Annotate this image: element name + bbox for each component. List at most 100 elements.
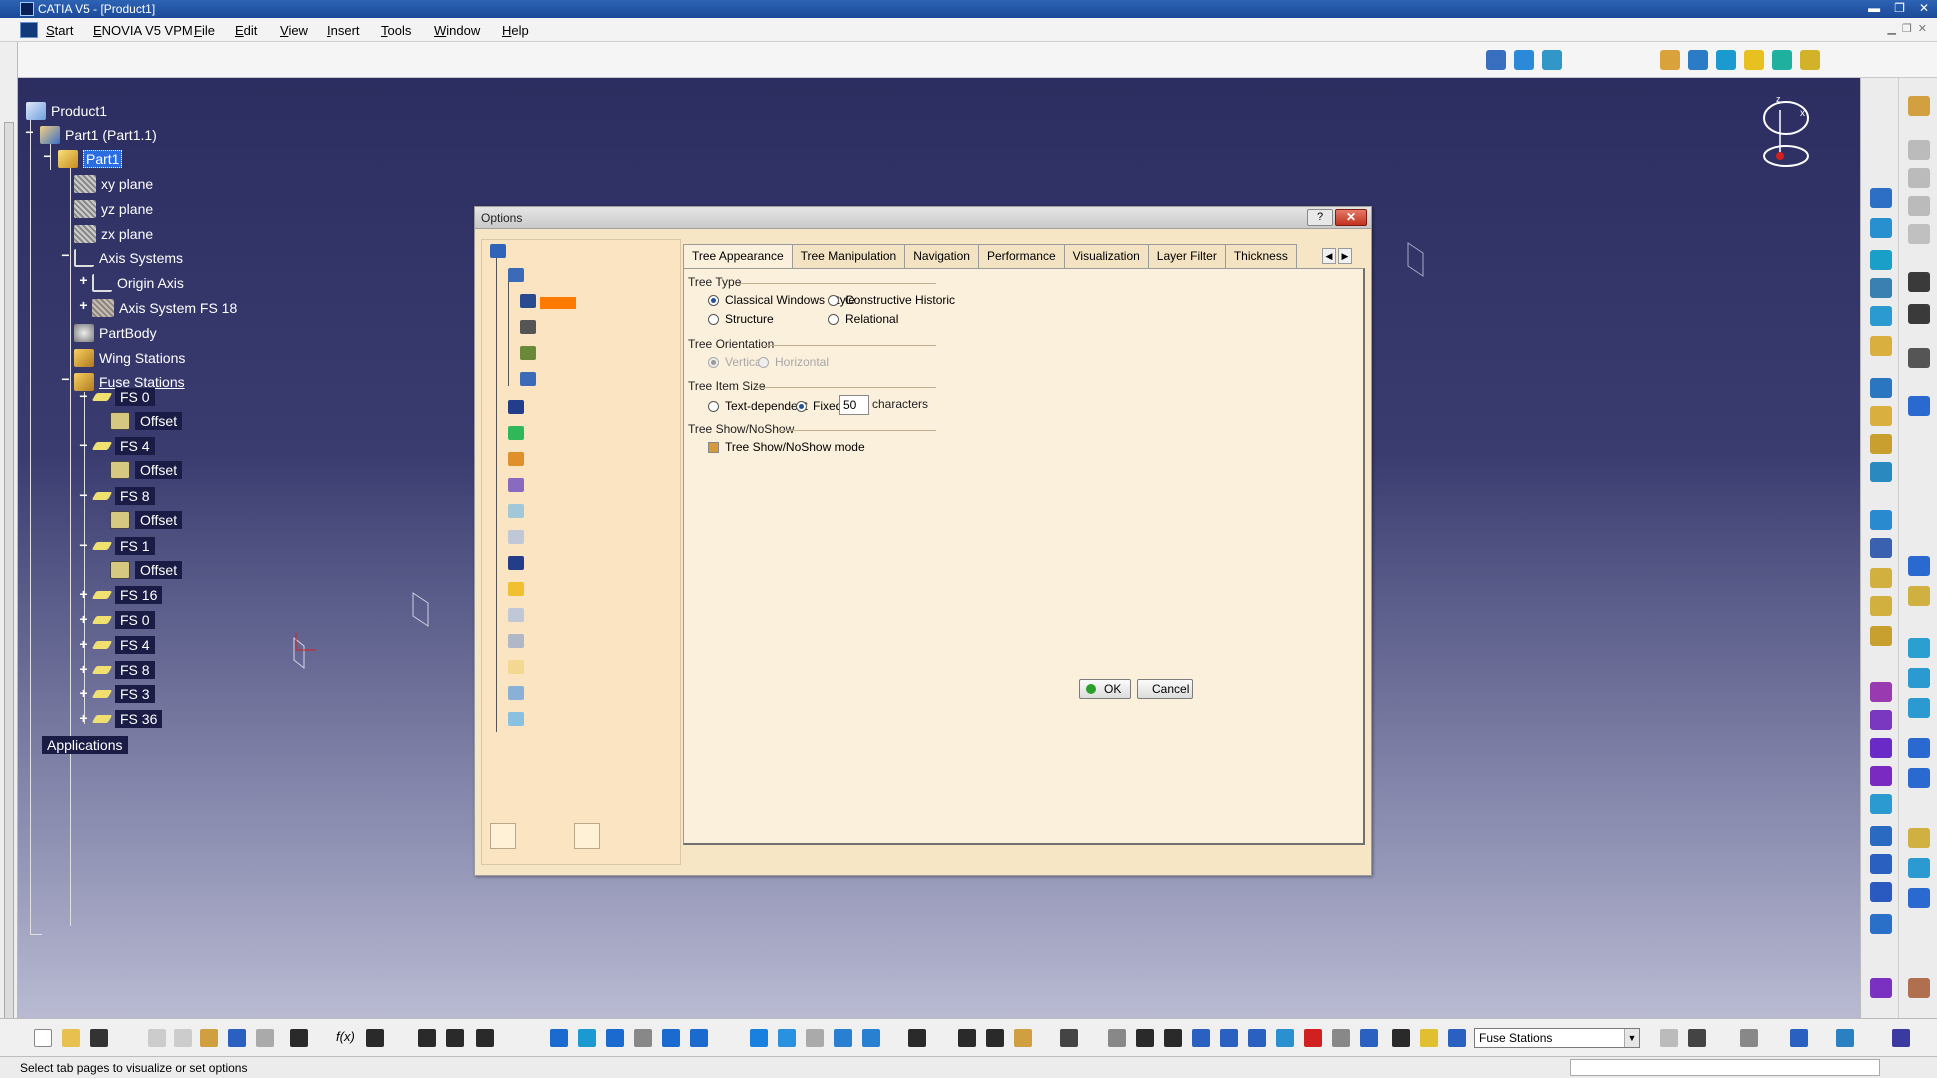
menu-start[interactable]: Start	[46, 23, 73, 38]
radio-structure[interactable]: Structure	[708, 312, 774, 326]
tool-icon[interactable]	[1392, 1029, 1410, 1047]
radio-constructive[interactable]: Constructive Historic	[828, 293, 955, 307]
category-icon[interactable]	[508, 608, 524, 622]
menu-view[interactable]: View	[280, 23, 308, 38]
reset-icon[interactable]	[490, 823, 516, 849]
radio-relational[interactable]: Relational	[828, 312, 898, 326]
tool-icon[interactable]	[806, 1029, 824, 1047]
tool-icon[interactable]	[1870, 826, 1892, 846]
tab-scroll-right-icon[interactable]: ▶	[1338, 248, 1352, 264]
tool-icon[interactable]	[1420, 1029, 1438, 1047]
tool-icon[interactable]	[1870, 250, 1892, 270]
tree-node-axis-fs18[interactable]: Axis System FS 18	[92, 297, 237, 319]
tree-node-offset[interactable]: Offset	[110, 459, 183, 481]
expand-icon[interactable]: +	[78, 298, 89, 312]
tool-icon[interactable]	[1908, 858, 1930, 878]
select-arrow-icon[interactable]	[1908, 272, 1930, 292]
restore-button[interactable]: ❐	[1894, 1, 1905, 15]
tab-scroll-left-icon[interactable]: ◀	[1322, 248, 1336, 264]
tree-node-yz-plane[interactable]: yz plane	[74, 198, 153, 220]
tree-node-partbody[interactable]: PartBody	[74, 322, 157, 344]
tool-icon[interactable]	[1870, 568, 1892, 588]
tab-performance[interactable]: Performance	[977, 244, 1065, 268]
copy-icon[interactable]	[174, 1029, 192, 1047]
category-icon[interactable]	[520, 346, 536, 360]
tool-icon[interactable]	[1870, 766, 1892, 786]
join-icon[interactable]	[1800, 50, 1820, 70]
left-scrollbar[interactable]	[0, 42, 18, 1052]
tool-icon[interactable]	[1908, 668, 1930, 688]
tool-icon[interactable]	[1870, 596, 1892, 616]
layer-icon[interactable]	[1448, 1029, 1466, 1047]
tool-icon[interactable]	[1688, 1029, 1706, 1047]
zoom-in-icon[interactable]	[662, 1029, 680, 1047]
category-icon[interactable]	[520, 372, 536, 386]
tool-icon[interactable]	[908, 1029, 926, 1047]
minimize-button[interactable]: ▬	[1868, 1, 1880, 15]
category-icon[interactable]	[508, 634, 524, 648]
category-icon[interactable]	[508, 426, 524, 440]
tool-icon[interactable]	[834, 1029, 852, 1047]
tool-icon[interactable]	[1870, 306, 1892, 326]
help-button[interactable]: ?	[1307, 209, 1333, 226]
tool-icon[interactable]	[1836, 1029, 1854, 1047]
mdi-close-icon[interactable]: ✕	[1918, 22, 1927, 35]
tab-thickness[interactable]: Thickness	[1224, 244, 1297, 268]
tool-icon[interactable]	[1870, 914, 1892, 934]
surface-icon[interactable]	[1716, 50, 1736, 70]
tree-node-product1[interactable]: Product1	[26, 100, 107, 122]
category-icon[interactable]	[508, 478, 524, 492]
category-icon[interactable]	[508, 712, 524, 726]
knowledge-icon[interactable]	[1486, 50, 1506, 70]
rotate-icon[interactable]	[634, 1029, 652, 1047]
cut-icon[interactable]	[148, 1029, 166, 1047]
tool-icon[interactable]	[1332, 1029, 1350, 1047]
tree-node-xy-plane[interactable]: xy plane	[74, 173, 153, 195]
menu-file[interactable]: File	[194, 23, 215, 38]
tree-node-offset[interactable]: Offset	[110, 509, 183, 531]
chevron-down-icon[interactable]: ▼	[1624, 1029, 1639, 1047]
category-icon[interactable]	[520, 320, 536, 334]
tool-icon[interactable]	[1908, 140, 1930, 160]
undo-icon[interactable]	[228, 1029, 246, 1047]
tree-node-fs[interactable]: FS 36	[91, 708, 163, 730]
redo-icon[interactable]	[256, 1029, 274, 1047]
tool-icon[interactable]	[1908, 348, 1930, 368]
collapse-icon[interactable]: −	[60, 248, 71, 262]
cancel-button[interactable]: Cancel	[1137, 679, 1193, 699]
collapse-icon[interactable]: −	[42, 149, 53, 163]
tool-icon[interactable]	[1304, 1029, 1322, 1047]
tool-icon[interactable]	[1908, 196, 1930, 216]
tool-icon[interactable]	[1790, 1029, 1808, 1047]
pan-icon[interactable]	[606, 1029, 624, 1047]
tool-icon[interactable]	[1908, 304, 1930, 324]
tool-icon[interactable]	[446, 1029, 464, 1047]
collapse-icon[interactable]: −	[78, 389, 89, 403]
start-icon[interactable]	[20, 22, 38, 38]
fly-icon[interactable]	[550, 1029, 568, 1047]
tree-node-part1[interactable]: Part1	[58, 148, 123, 170]
tree-node-wing-stations[interactable]: Wing Stations	[74, 347, 185, 369]
tree-node-fs[interactable]: FS 0	[91, 609, 155, 631]
category-icon[interactable]	[508, 556, 524, 570]
tool-icon[interactable]	[1870, 626, 1892, 646]
ok-button[interactable]: OK	[1079, 679, 1131, 699]
menu-help[interactable]: Help	[502, 23, 529, 38]
tool-icon[interactable]	[1908, 396, 1930, 416]
circle-icon[interactable]	[1908, 738, 1930, 758]
category-icon[interactable]	[508, 530, 524, 544]
close-button[interactable]: ✕	[1919, 1, 1929, 15]
reference-plane-icon[interactable]	[1660, 50, 1680, 70]
menu-edit[interactable]: Edit	[235, 23, 257, 38]
tool-icon[interactable]	[1660, 1029, 1678, 1047]
tool-icon[interactable]	[1908, 556, 1930, 576]
tool-icon[interactable]	[1908, 978, 1930, 998]
tool-icon[interactable]	[1870, 378, 1892, 398]
tool-icon[interactable]	[1870, 738, 1892, 758]
tool-icon[interactable]	[1908, 96, 1930, 116]
fit-all-icon[interactable]	[578, 1029, 596, 1047]
tree-node-fs[interactable]: FS 4	[91, 634, 155, 656]
collapse-icon[interactable]: −	[60, 372, 71, 386]
open-icon[interactable]	[62, 1029, 80, 1047]
table-icon[interactable]	[418, 1029, 436, 1047]
